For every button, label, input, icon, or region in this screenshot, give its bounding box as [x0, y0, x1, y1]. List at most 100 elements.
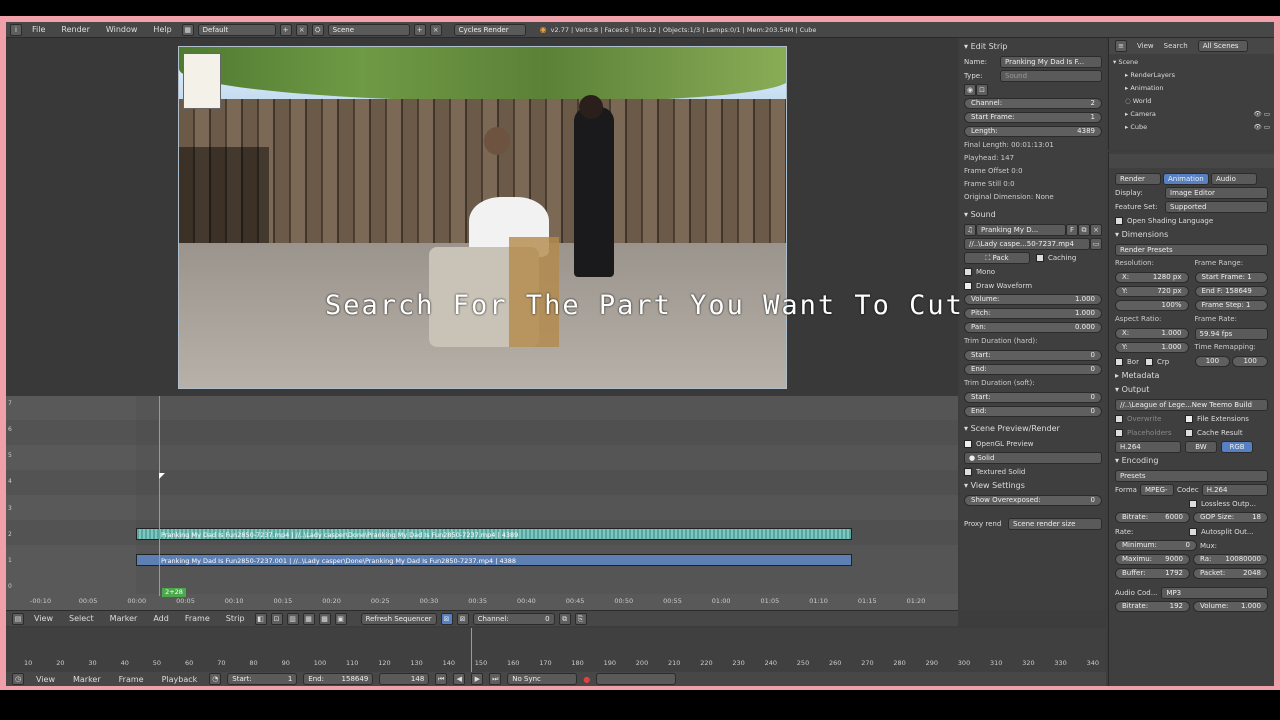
menu-frame[interactable]: Frame [179, 614, 216, 623]
editor-type-icon[interactable]: ▤ [12, 612, 24, 625]
scene-add-icon[interactable]: + [413, 23, 426, 36]
channel-field[interactable]: Channel: 0 [472, 612, 555, 625]
lock-icon[interactable]: ⊡ [270, 612, 283, 625]
outliner-item-scene[interactable]: ▾ Scene [1113, 56, 1270, 69]
frame-rate-select[interactable]: 59.94 fps [1194, 327, 1268, 340]
lock-strip-icon[interactable]: ⊡ [976, 83, 988, 96]
remap-new[interactable]: 100 [1232, 356, 1268, 367]
outliner-item-world[interactable]: ◌ World [1113, 95, 1270, 108]
menu-add[interactable]: Add [147, 614, 175, 623]
lossless-checkbox[interactable] [1189, 499, 1197, 508]
pan-field[interactable]: Pan: 0.000 [964, 322, 1102, 333]
sync-select[interactable]: No Sync [507, 673, 578, 685]
textured-solid-checkbox[interactable] [964, 467, 972, 476]
view-settings-header[interactable]: ▾ View Settings [964, 479, 1102, 493]
display-mode-icon[interactable]: ▥ [286, 612, 299, 625]
menu-marker[interactable]: Marker [67, 675, 107, 684]
channel-field[interactable]: Channel: 2 [964, 98, 1102, 109]
metadata-header[interactable]: ▸ Metadata [1115, 369, 1268, 383]
sound-path-field[interactable]: //..\Lady caspe...50-7237.mp4 [964, 237, 1090, 250]
properties-tabs-bar[interactable] [1109, 154, 1274, 168]
menu-strip[interactable]: Strip [220, 614, 251, 623]
start-frame-field[interactable]: Start: 1 [227, 673, 298, 685]
edit-strip-header[interactable]: ▾ Edit Strip [964, 40, 1102, 54]
editor-type-icon[interactable]: i [10, 23, 22, 36]
end-frame-field[interactable]: End: 158649 [303, 673, 374, 685]
proxy-render-select[interactable]: Scene render size [1008, 517, 1102, 530]
trim-hard-start[interactable]: Start: 0 [964, 350, 1102, 361]
resolution-x[interactable]: X: 1280 px [1115, 272, 1189, 283]
caching-checkbox[interactable] [1036, 253, 1044, 262]
mux-rate-field[interactable]: Ra: 10080000 [1193, 554, 1268, 565]
audio-codec-select[interactable]: MP3 [1161, 586, 1268, 599]
dimensions-header[interactable]: ▾ Dimensions [1115, 228, 1268, 242]
trim-hard-end[interactable]: End: 0 [964, 364, 1102, 375]
cache-result-checkbox[interactable] [1185, 428, 1193, 437]
audio-tab[interactable]: Audio [1211, 172, 1257, 185]
bw-button[interactable]: BW [1185, 440, 1217, 453]
resolution-y[interactable]: Y: 720 px [1115, 286, 1189, 297]
outliner-item-renderlayers[interactable]: ▸ RenderLayers [1113, 69, 1270, 82]
play-reverse-icon[interactable]: ◀ [453, 673, 466, 685]
menu-render[interactable]: Render [55, 25, 95, 34]
output-path-field[interactable]: //..\League of Lege...New Teemo Build [1115, 398, 1268, 411]
packet-field[interactable]: Packet: 2048 [1193, 568, 1268, 579]
trim-soft-end[interactable]: End: 0 [964, 406, 1102, 417]
paste-icon[interactable]: ⎘ [574, 612, 587, 625]
outliner-item-cube[interactable]: ▸ Cube 👁 ▭ [1113, 121, 1270, 134]
sound-panel-header[interactable]: ▾ Sound [964, 208, 1102, 222]
bitrate-field[interactable]: Bitrate: 6000 [1115, 512, 1190, 523]
menu-marker[interactable]: Marker [104, 614, 144, 623]
overwrite-checkbox[interactable] [1115, 414, 1123, 423]
layout-selector[interactable]: Default [197, 23, 276, 36]
timeline-editor-icon[interactable]: ◷ [12, 673, 24, 685]
zoom-icon[interactable]: ▣ [334, 612, 347, 625]
outliner-view-menu[interactable]: View [1137, 42, 1154, 50]
current-frame-field[interactable]: 148 [379, 673, 430, 685]
menu-window[interactable]: Window [100, 25, 144, 34]
playhead-line[interactable] [159, 396, 160, 596]
resolution-percent[interactable]: 100% [1115, 300, 1189, 311]
audio-volume-field[interactable]: Volume: 1.000 [1193, 601, 1268, 612]
encoding-header[interactable]: ▾ Encoding [1115, 454, 1268, 468]
pack-button[interactable]: ⛶ Pack [964, 251, 1030, 264]
menu-help[interactable]: Help [147, 25, 177, 34]
outliner-display-select[interactable]: All Scenes [1197, 40, 1248, 52]
encoding-presets-select[interactable]: Presets [1115, 469, 1268, 482]
draw-waveform-checkbox[interactable] [964, 281, 972, 290]
file-extensions-checkbox[interactable] [1185, 414, 1193, 423]
sound-file-field[interactable]: Pranking My D... [976, 223, 1066, 236]
folder-icon[interactable]: ▭ [1090, 237, 1102, 250]
menu-frame[interactable]: Frame [113, 675, 150, 684]
record-icon[interactable]: ● [583, 675, 590, 684]
file-format-select[interactable]: H.264 [1115, 440, 1181, 453]
outliner-item-camera[interactable]: ▸ Camera 👁 ▭ [1113, 108, 1270, 121]
codec-select[interactable]: H.264 [1201, 483, 1268, 496]
placeholders-checkbox[interactable] [1115, 428, 1123, 437]
aspect-y[interactable]: Y: 1.000 [1115, 342, 1189, 353]
unlink-icon[interactable]: × [1090, 223, 1102, 236]
layout-close-icon[interactable]: × [295, 23, 308, 36]
new-sound-icon[interactable]: ⧉ [1078, 223, 1090, 236]
outliner-type-icon[interactable]: ≡ [1115, 40, 1127, 52]
feature-set-select[interactable]: Supported [1165, 200, 1268, 213]
outliner-item-animation[interactable]: ▸ Animation [1113, 82, 1270, 95]
menu-file[interactable]: File [26, 25, 51, 34]
rgb-button[interactable]: RGB [1221, 440, 1253, 453]
volume-field[interactable]: Volume: 1.000 [964, 294, 1102, 305]
maximum-rate-field[interactable]: Maximu: 9000 [1115, 554, 1190, 565]
layout-add-icon[interactable]: + [279, 23, 292, 36]
crop-checkbox[interactable] [1144, 357, 1153, 366]
buffer-field[interactable]: Buffer: 1792 [1115, 568, 1190, 579]
jump-end-icon[interactable]: ⏭ [489, 673, 502, 685]
render-engine-select[interactable]: Cycles Render [453, 23, 526, 36]
sound-strip[interactable]: Pranking My Dad Is Fun2850-7237.mp4 | //… [136, 528, 852, 540]
pin-icon[interactable]: ⊠ [440, 612, 453, 625]
audio-bitrate-field[interactable]: Bitrate: 192 [1115, 601, 1190, 612]
length-field[interactable]: Length: 4389 [964, 126, 1102, 137]
gop-size-field[interactable]: GOP Size: 18 [1193, 512, 1268, 523]
trim-soft-start[interactable]: Start: 0 [964, 392, 1102, 403]
copy-icon[interactable]: ⧉ [558, 612, 571, 625]
display-select[interactable]: Image Editor [1165, 186, 1268, 199]
outliner-search-menu[interactable]: Search [1164, 42, 1188, 50]
